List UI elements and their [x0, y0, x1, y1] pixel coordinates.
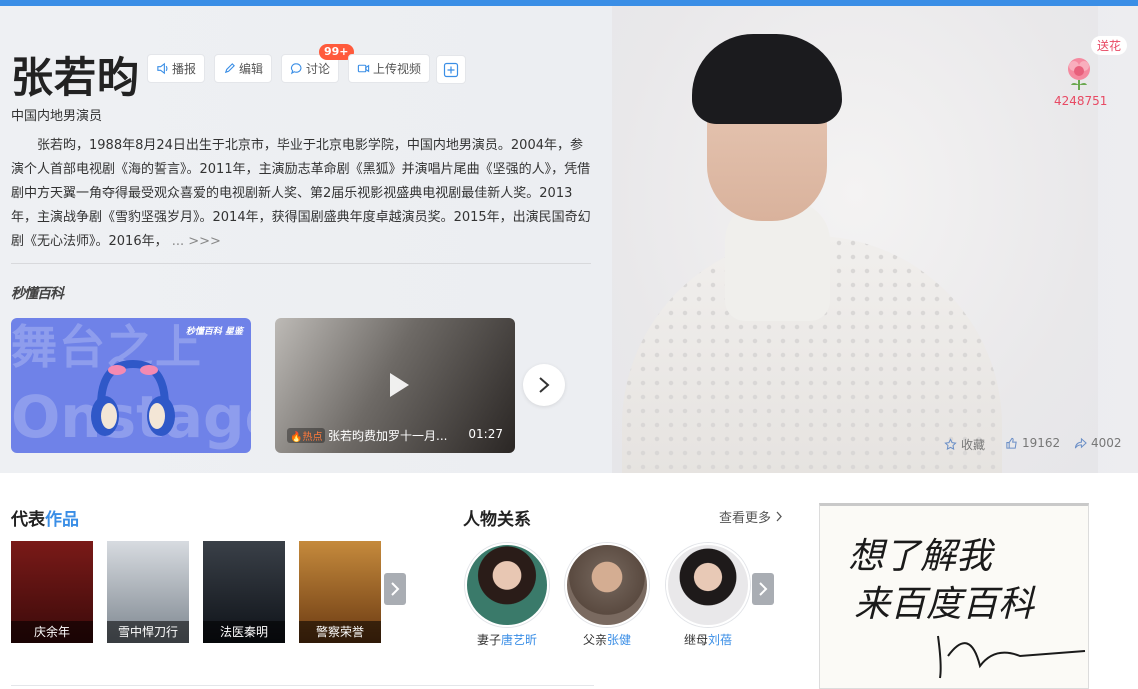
- discuss-label: 讨论: [306, 62, 331, 76]
- relation-role: 继母: [683, 633, 708, 647]
- relation-label: 继母刘蓓: [666, 631, 750, 648]
- person-portrait: [612, 6, 1098, 473]
- hot-icon: 🔥: [290, 432, 303, 443]
- relations-more-link[interactable]: 查看更多: [719, 507, 783, 526]
- plus-icon: [443, 62, 459, 77]
- flower-icon: [1068, 58, 1090, 90]
- handwritten-signature: 想了解我 来百度百科: [848, 536, 1086, 679]
- flower-count: 4248751: [1054, 94, 1108, 108]
- chevron-right-icon: [759, 582, 768, 596]
- thumbs-up-icon: [1006, 437, 1017, 449]
- share-button[interactable]: 4002: [1074, 436, 1122, 450]
- share-icon: [1074, 437, 1087, 448]
- video-card-logo: 秒懂百科 星鉴: [185, 327, 243, 337]
- video-card-figaro[interactable]: 🔥热点 张若昀费加罗十一月... 01:27: [275, 318, 515, 453]
- signature-line-1: 想了解我: [848, 536, 995, 577]
- video-next-button[interactable]: [523, 364, 565, 406]
- relations-more-label: 查看更多: [719, 511, 772, 526]
- headphones-icon: [91, 359, 175, 436]
- broadcast-button[interactable]: 播报: [147, 54, 206, 83]
- summary-text: 张若昀，1988年8月24日出生于北京市，毕业于北京电影学院，中国内地男演员。2…: [11, 138, 591, 249]
- works-next-button[interactable]: [384, 573, 406, 605]
- relations-next-button[interactable]: [752, 573, 774, 605]
- bottom-divider: [11, 685, 594, 686]
- avatar: [565, 543, 649, 627]
- summary-divider: [11, 263, 591, 264]
- play-icon[interactable]: [380, 368, 414, 402]
- relation-name[interactable]: 张健: [607, 633, 631, 647]
- share-count: 4002: [1091, 436, 1122, 450]
- broadcast-label: 播报: [172, 62, 197, 76]
- relation-item[interactable]: 妻子唐艺昕: [465, 543, 549, 648]
- video-title: 张若昀费加罗十一月...: [328, 429, 448, 443]
- chevron-right-icon: [391, 582, 400, 596]
- send-flower-widget[interactable]: 送花 4248751: [1054, 36, 1128, 108]
- avatar: [465, 543, 549, 627]
- relation-name[interactable]: 刘蓓: [708, 633, 732, 647]
- signature-card: 想了解我 来百度百科: [819, 503, 1089, 689]
- person-subtitle: 中国内地男演员: [11, 109, 103, 124]
- star-icon: [944, 438, 957, 450]
- miaodong-logo: 秒懂百科: [11, 286, 64, 302]
- chat-icon: [290, 63, 302, 75]
- relation-name[interactable]: 唐艺昕: [501, 633, 537, 647]
- video-icon: [357, 64, 370, 73]
- works-title-prefix: 代表: [11, 510, 45, 530]
- relation-role: 父亲: [582, 633, 607, 647]
- summary-more-link[interactable]: ... >>>: [172, 234, 221, 249]
- hero-section: 张若昀 播报 编辑 讨论 99+ 上传视频 中国内地男演员 张若昀，1988年8…: [0, 6, 1138, 473]
- work-poster[interactable]: 法医秦明: [203, 541, 285, 643]
- send-flower-label[interactable]: 送花: [1091, 36, 1128, 55]
- avatar: [666, 543, 750, 627]
- hot-label: 热点: [302, 432, 323, 443]
- work-title: 庆余年: [11, 621, 93, 643]
- person-summary: 张若昀，1988年8月24日出生于北京市，毕业于北京电影学院，中国内地男演员。2…: [11, 134, 591, 254]
- work-poster[interactable]: 雪中悍刀行: [107, 541, 189, 643]
- relation-role: 妻子: [476, 633, 501, 647]
- work-poster[interactable]: 庆余年: [11, 541, 93, 643]
- edit-button[interactable]: 编辑: [214, 54, 273, 83]
- like-button[interactable]: 19162: [1005, 436, 1060, 450]
- collect-label: 收藏: [961, 438, 986, 452]
- speaker-icon: [157, 62, 168, 75]
- edit-label: 编辑: [239, 62, 264, 76]
- relations-title: 人物关系: [463, 510, 531, 530]
- pencil-icon: [224, 63, 235, 74]
- hot-tag: 🔥热点: [287, 428, 326, 443]
- video-duration: 01:27: [468, 427, 503, 441]
- lower-section: 代表作品 庆余年 雪中悍刀行 法医秦明 警察荣誉 人物关系 查看更多 妻子唐艺昕…: [0, 473, 1138, 689]
- relation-item[interactable]: 继母刘蓓: [666, 543, 750, 648]
- works-title-highlight: 作品: [45, 510, 79, 530]
- work-title: 法医秦明: [203, 621, 285, 643]
- video-card-onstage[interactable]: 舞台之上 Onstage 秒懂百科 星鉴: [11, 318, 251, 453]
- like-count: 19162: [1022, 436, 1061, 450]
- relation-label: 妻子唐艺昕: [465, 631, 549, 648]
- chevron-right-icon: [776, 511, 783, 522]
- person-name: 张若昀: [11, 53, 141, 102]
- add-button[interactable]: [436, 55, 466, 84]
- work-poster[interactable]: 警察荣誉: [299, 541, 381, 643]
- signature-line-2: 来百度百科: [854, 584, 1036, 625]
- chevron-right-icon: [539, 377, 550, 393]
- collect-button[interactable]: 收藏: [944, 436, 985, 453]
- work-title: 雪中悍刀行: [107, 621, 189, 643]
- upload-video-label: 上传视频: [373, 62, 422, 76]
- relation-item[interactable]: 父亲张健: [565, 543, 649, 648]
- works-title: 代表作品: [11, 505, 79, 530]
- upload-video-button[interactable]: 上传视频: [348, 54, 431, 83]
- work-title: 警察荣誉: [299, 621, 381, 643]
- relation-label: 父亲张健: [565, 631, 649, 648]
